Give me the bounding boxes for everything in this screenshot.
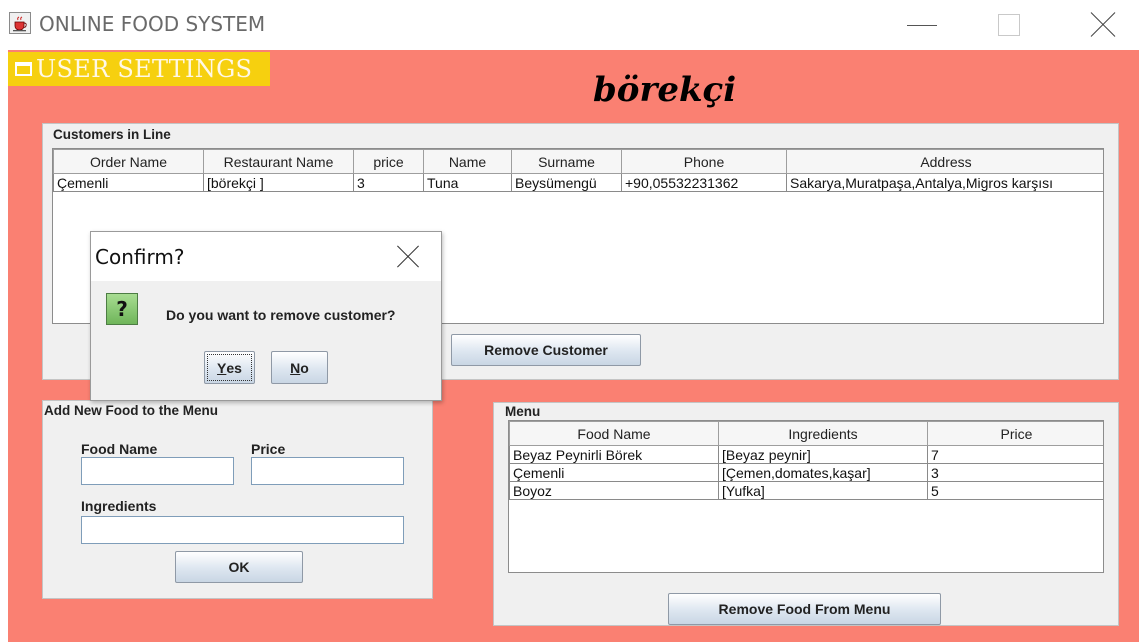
remove-food-button[interactable]: Remove Food From Menu bbox=[668, 593, 941, 625]
table-cell[interactable]: [Yufka] bbox=[718, 481, 928, 500]
minimize-icon[interactable] bbox=[905, 10, 939, 40]
table-cell[interactable]: 7 bbox=[927, 445, 1103, 464]
ok-button[interactable]: OK bbox=[175, 551, 303, 583]
column-header[interactable]: Phone bbox=[621, 149, 787, 174]
no-mnemonic: N bbox=[290, 359, 301, 376]
table-row[interactable]: Boyoz [Yufka] 5 bbox=[509, 481, 1103, 500]
table-cell[interactable]: [Beyaz peynir] bbox=[718, 445, 928, 464]
table-row[interactable]: Çemenli [börekçi ] 3 Tuna Beysümengü +90… bbox=[53, 173, 1103, 192]
column-header[interactable]: Ingredients bbox=[718, 421, 928, 446]
column-header[interactable]: Price bbox=[927, 421, 1103, 446]
table-cell[interactable]: Beyaz Peynirli Börek bbox=[509, 445, 719, 464]
window-titlebar: ONLINE FOOD SYSTEM bbox=[0, 0, 1139, 50]
column-header[interactable]: Surname bbox=[511, 149, 622, 174]
table-cell[interactable]: 5 bbox=[927, 481, 1103, 500]
column-header[interactable]: Name bbox=[423, 149, 512, 174]
column-header[interactable]: Restaurant Name bbox=[203, 149, 354, 174]
dialog-title: Confirm? bbox=[95, 245, 185, 269]
column-header[interactable]: Food Name bbox=[509, 421, 719, 446]
table-cell[interactable]: 3 bbox=[927, 463, 1103, 482]
window-icon bbox=[15, 62, 32, 76]
window-title: ONLINE FOOD SYSTEM bbox=[39, 12, 266, 36]
table-cell[interactable]: Çemenli bbox=[509, 463, 719, 482]
close-icon[interactable] bbox=[1088, 10, 1118, 40]
menu-panel-legend: Menu bbox=[504, 404, 542, 419]
menu-user-settings-label: USER SETTINGS bbox=[36, 55, 253, 83]
dialog-titlebar: Confirm? bbox=[91, 232, 441, 281]
ingredients-input[interactable] bbox=[81, 516, 404, 544]
no-label: o bbox=[300, 359, 309, 376]
table-cell[interactable]: Çemenli bbox=[53, 173, 204, 192]
confirm-dialog: Confirm? ? Do you want to remove custome… bbox=[90, 231, 442, 401]
maximize-icon[interactable] bbox=[998, 14, 1020, 36]
price-label: Price bbox=[251, 441, 286, 457]
price-input[interactable] bbox=[251, 457, 404, 485]
close-icon[interactable] bbox=[396, 244, 420, 268]
menu-table[interactable]: Food Name Ingredients Price Beyaz Peynir… bbox=[508, 420, 1104, 573]
column-header[interactable]: price bbox=[353, 149, 424, 174]
food-name-label: Food Name bbox=[81, 441, 158, 457]
customers-panel-legend: Customers in Line bbox=[52, 127, 172, 142]
table-row[interactable]: Beyaz Peynirli Börek [Beyaz peynir] 7 bbox=[509, 445, 1103, 464]
customers-table-header: Order Name Restaurant Name price Name Su… bbox=[53, 149, 1103, 174]
table-cell[interactable]: [börekçi ] bbox=[203, 173, 354, 192]
dialog-message: Do you want to remove customer? bbox=[166, 307, 396, 323]
column-header[interactable]: Address bbox=[786, 149, 1103, 174]
table-cell[interactable]: 3 bbox=[353, 173, 424, 192]
table-cell[interactable]: Beysümengü bbox=[511, 173, 622, 192]
remove-customer-button[interactable]: Remove Customer bbox=[451, 334, 641, 366]
question-icon: ? bbox=[106, 293, 138, 325]
ingredients-label: Ingredients bbox=[81, 498, 157, 514]
table-cell[interactable]: [Çemen,domates,kaşar] bbox=[718, 463, 928, 482]
menu-panel: Menu Food Name Ingredients Price Beyaz P… bbox=[493, 402, 1119, 626]
food-name-input[interactable] bbox=[81, 457, 234, 485]
java-coffee-cup-icon bbox=[9, 12, 31, 34]
table-cell[interactable]: Sakarya,Muratpaşa,Antalya,Migros karşısı bbox=[786, 173, 1103, 192]
menu-table-header: Food Name Ingredients Price bbox=[509, 421, 1103, 446]
add-food-panel: Add New Food to the Menu Food Name Price… bbox=[42, 400, 433, 599]
table-cell[interactable]: +90,05532231362 bbox=[621, 173, 787, 192]
yes-mnemonic: Y bbox=[217, 359, 227, 376]
yes-button[interactable]: Yes bbox=[204, 351, 255, 384]
yes-label: es bbox=[226, 359, 242, 376]
no-button[interactable]: No bbox=[271, 351, 328, 384]
menu-user-settings[interactable]: USER SETTINGS bbox=[8, 52, 270, 86]
column-header[interactable]: Order Name bbox=[53, 149, 204, 174]
table-row[interactable]: Çemenli [Çemen,domates,kaşar] 3 bbox=[509, 463, 1103, 482]
table-cell[interactable]: Boyoz bbox=[509, 481, 719, 500]
shop-name-title: börekçi bbox=[593, 70, 737, 110]
add-food-panel-legend: Add New Food to the Menu bbox=[43, 403, 219, 418]
table-cell[interactable]: Tuna bbox=[423, 173, 512, 192]
